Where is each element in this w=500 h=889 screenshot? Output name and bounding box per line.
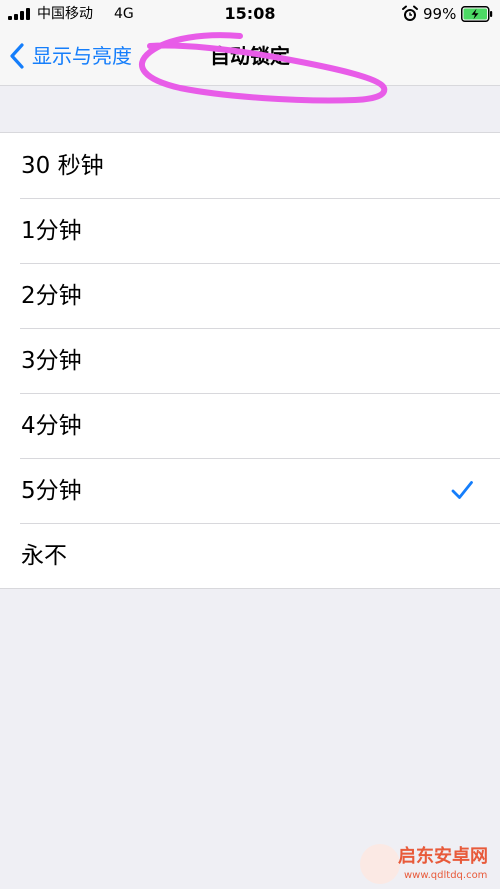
option-row-never[interactable]: 永不: [0, 523, 500, 588]
option-label: 4分钟: [21, 413, 82, 439]
option-label: 3分钟: [21, 348, 82, 374]
checkmark-icon: [451, 481, 473, 499]
option-label: 5分钟: [21, 478, 82, 504]
watermark-logo: [360, 844, 400, 884]
option-label: 1分钟: [21, 218, 82, 244]
option-label: 2分钟: [21, 283, 82, 309]
option-row-2-minutes[interactable]: 2分钟: [0, 263, 500, 328]
status-bar: 中国移动 4G 15:08 99%: [0, 0, 500, 28]
battery-charging-icon: [461, 6, 493, 22]
option-label: 永不: [21, 543, 67, 569]
option-row-4-minutes[interactable]: 4分钟: [0, 393, 500, 458]
option-row-3-minutes[interactable]: 3分钟: [0, 328, 500, 393]
page-title: 自动锁定: [210, 44, 290, 68]
alarm-clock-icon: [402, 5, 418, 21]
watermark-text: 启东安卓网: [398, 846, 488, 867]
option-label: 30 秒钟: [21, 153, 104, 179]
watermark: 启东安卓网 www.qdltdq.com: [360, 840, 500, 889]
auto-lock-options-list: 30 秒钟 1分钟 2分钟 3分钟 4分钟 5分钟 永不: [0, 132, 500, 589]
watermark-url: www.qdltdq.com: [404, 870, 488, 881]
option-row-1-minute[interactable]: 1分钟: [0, 198, 500, 263]
option-row-5-minutes[interactable]: 5分钟: [0, 458, 500, 523]
navigation-bar: 显示与亮度 自动锁定: [0, 28, 500, 86]
option-row-30-seconds[interactable]: 30 秒钟: [0, 133, 500, 198]
battery-percentage: 99%: [423, 5, 457, 23]
